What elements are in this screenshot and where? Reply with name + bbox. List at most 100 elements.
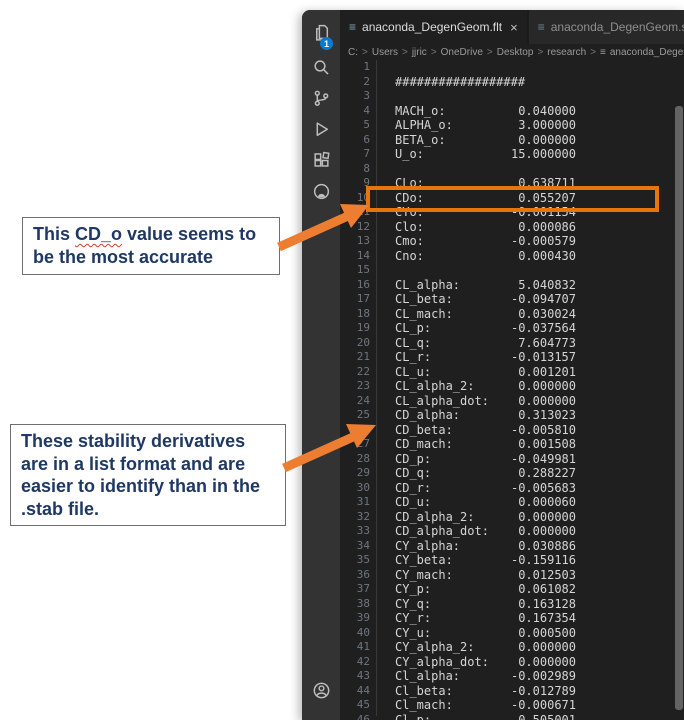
- account-icon[interactable]: [312, 681, 331, 700]
- line-number: 36: [354, 568, 370, 583]
- coefficient-value: [496, 60, 576, 75]
- breadcrumb-segment[interactable]: jjric: [412, 47, 427, 58]
- line-number: 43: [354, 669, 370, 684]
- code-line: 19CL_p:-0.037564: [340, 321, 684, 336]
- tab-label: anaconda_DegenGeom.flt: [362, 20, 502, 34]
- breadcrumb-segment[interactable]: Users: [372, 47, 398, 58]
- coefficient-value: 15.000000: [496, 147, 576, 162]
- coefficient-name: [395, 162, 496, 177]
- coefficient-value: 0.000000: [496, 133, 576, 148]
- coefficient-value: -0.037564: [496, 321, 576, 336]
- line-number: 23: [354, 379, 370, 394]
- code-line: 28CD_p:-0.049981: [340, 452, 684, 467]
- breadcrumb-segment[interactable]: OneDrive: [441, 47, 483, 58]
- breadcrumb: C:>Users>jjric>OneDrive>Desktop>research…: [340, 44, 684, 60]
- line-number: 38: [354, 597, 370, 612]
- coefficient-value: 0.030024: [496, 307, 576, 322]
- coefficient-value: -0.002989: [496, 669, 576, 684]
- line-number: 27: [354, 437, 370, 452]
- coefficient-name: CY_u:: [395, 626, 496, 641]
- coefficient-value: 7.604773: [496, 336, 576, 351]
- line-number: 6: [354, 133, 370, 148]
- search-icon[interactable]: [312, 58, 331, 77]
- coefficient-name: CD_r:: [395, 481, 496, 496]
- tab-flt-file[interactable]: ≡ anaconda_DegenGeom.flt ×: [340, 10, 527, 44]
- run-debug-icon[interactable]: [312, 120, 331, 139]
- coefficient-name: CL_mach:: [395, 307, 496, 322]
- extensions-icon[interactable]: [312, 151, 331, 170]
- explorer-badge: 1: [320, 37, 333, 50]
- line-number: 37: [354, 582, 370, 597]
- code-line: 45Cl_mach:-0.000671: [340, 698, 684, 713]
- coefficient-name: CD_u:: [395, 495, 496, 510]
- editor-content[interactable]: 12##################34MACH_o:0.0400005AL…: [340, 60, 684, 720]
- coefficient-name: Cl_alpha:: [395, 669, 496, 684]
- line-number: 21: [354, 350, 370, 365]
- line-number: 8: [354, 162, 370, 177]
- github-icon[interactable]: [312, 182, 331, 201]
- code-line: 4MACH_o:0.040000: [340, 104, 684, 119]
- code-line: 41CY_alpha_2:0.000000: [340, 640, 684, 655]
- file-lines-icon: ≡: [349, 20, 356, 34]
- minimap-strip[interactable]: [675, 106, 683, 710]
- code-line: 6 BETA_o:0.000000: [340, 133, 684, 148]
- breadcrumb-file[interactable]: anaconda_DegenGe: [610, 47, 684, 58]
- breadcrumb-separator: >: [537, 47, 543, 58]
- line-number: 26: [354, 423, 370, 438]
- line-number: 18: [354, 307, 370, 322]
- code-line: 30CD_r:-0.005683: [340, 481, 684, 496]
- note-cdo-word: CD_o: [75, 224, 122, 244]
- coefficient-name: CD_alpha_2:: [395, 510, 496, 525]
- coefficient-value: 0.000000: [496, 379, 576, 394]
- coefficient-value: 0.000430: [496, 249, 576, 264]
- source-control-icon[interactable]: [312, 89, 331, 108]
- code-line: 12Clo:0.000086: [340, 220, 684, 235]
- breadcrumb-segment[interactable]: research: [547, 47, 586, 58]
- breadcrumb-separator: >: [590, 47, 596, 58]
- coefficient-name: CY_beta:: [395, 553, 496, 568]
- coefficient-value: -0.000579: [496, 234, 576, 249]
- code-line: 34CY_alpha:0.030886: [340, 539, 684, 554]
- coefficient-name: CY_r:: [395, 611, 496, 626]
- coefficient-name: BETA_o:: [395, 133, 496, 148]
- breadcrumb-segment[interactable]: Desktop: [497, 47, 534, 58]
- coefficient-name: CY_alpha_2:: [395, 640, 496, 655]
- code-line: 43 Cl_alpha:-0.002989: [340, 669, 684, 684]
- code-line: 40CY_u:0.000500: [340, 626, 684, 641]
- line-number: 39: [354, 611, 370, 626]
- coefficient-name: [395, 89, 496, 104]
- tab-label: anaconda_DegenGeom.stab: [551, 20, 684, 34]
- code-line: 2##################: [340, 75, 684, 90]
- coefficient-value: 0.040000: [496, 104, 576, 119]
- coefficient-value: -0.005810: [496, 423, 576, 438]
- coefficient-name: CY_q:: [395, 597, 496, 612]
- code-line: 22CL_u:0.001201: [340, 365, 684, 380]
- coefficient-value: -0.000671: [496, 698, 576, 713]
- coefficient-name: ALPHA_o:: [395, 118, 496, 133]
- close-icon[interactable]: ×: [510, 20, 518, 35]
- coefficient-name: CD_alpha:: [395, 408, 496, 423]
- coefficient-name: CD_q:: [395, 466, 496, 481]
- coefficient-value: 0.000000: [496, 394, 576, 409]
- line-number: 20: [354, 336, 370, 351]
- coefficient-name: CY_alpha:: [395, 539, 496, 554]
- coefficient-name: CD_beta:: [395, 423, 496, 438]
- line-number: 13: [354, 234, 370, 249]
- coefficient-name: U_o:: [395, 147, 496, 162]
- coefficient-value: 0.288227: [496, 466, 576, 481]
- line-number: 30: [354, 481, 370, 496]
- coefficient-value: -0.013157: [496, 350, 576, 365]
- coefficient-value: 0.012503: [496, 568, 576, 583]
- line-number: 44: [354, 684, 370, 699]
- line-number: 4: [354, 104, 370, 119]
- code-line: 20CL_q:7.604773: [340, 336, 684, 351]
- coefficient-name: CY_alpha_dot:: [395, 655, 496, 670]
- coefficient-value: 0.313023: [496, 408, 576, 423]
- code-line: 5ALPHA_o:3.000000: [340, 118, 684, 133]
- code-line: 44Cl_beta:-0.012789: [340, 684, 684, 699]
- tab-stab-file[interactable]: ≡ anaconda_DegenGeom.stab ●: [529, 10, 684, 44]
- line-number: 28: [354, 452, 370, 467]
- breadcrumb-segment[interactable]: C:: [348, 47, 358, 58]
- line-number: 24: [354, 394, 370, 409]
- line-number: 2: [354, 75, 370, 90]
